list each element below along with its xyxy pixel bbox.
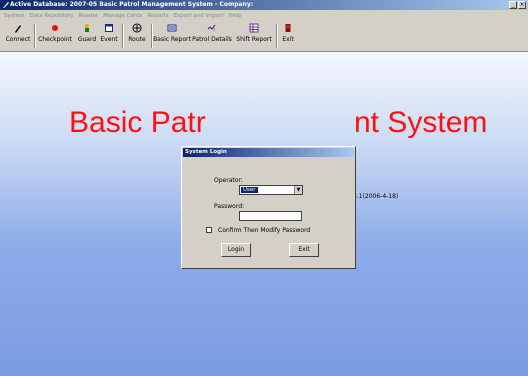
password-label: Password:: [214, 203, 245, 210]
minimize-button[interactable]: _: [509, 1, 517, 9]
shift-report-icon: [249, 23, 259, 33]
menu-reports[interactable]: Reports: [147, 13, 168, 19]
confirm-label: Confirm Then Modify Password: [218, 227, 311, 234]
guard-button[interactable]: Guard: [76, 23, 98, 49]
exit-button[interactable]: Exit: [289, 243, 319, 257]
report-icon: [167, 24, 177, 32]
guard-icon: [85, 24, 89, 32]
login-button[interactable]: Login: [221, 243, 251, 257]
menu-system[interactable]: System: [4, 13, 25, 19]
svg-text:?: ?: [213, 28, 215, 33]
shift-report-button[interactable]: Shift Report: [234, 23, 274, 49]
window-title: Active Database: 2007-05 Basic Patrol Ma…: [10, 1, 254, 8]
app-title-right: nt System: [354, 106, 488, 139]
toolbar-separator: [122, 24, 124, 48]
title-bar: Active Database: 2007-05 Basic Patrol Ma…: [0, 0, 528, 10]
toolbar-separator: [34, 24, 36, 48]
app-title-left: Basic Patr: [69, 106, 206, 139]
menu-export-import[interactable]: Export and Import: [174, 13, 224, 19]
chevron-down-icon[interactable]: ▼: [294, 186, 302, 194]
password-field[interactable]: [239, 211, 302, 221]
exit-toolbar-button[interactable]: Exit: [279, 23, 297, 49]
menu-manage-cards[interactable]: Manage Cards: [103, 13, 142, 19]
event-icon: [105, 24, 113, 32]
patrol-details-button[interactable]: ? Patrol Details: [192, 23, 232, 49]
menu-help[interactable]: Help: [229, 13, 242, 19]
route-icon: [132, 23, 142, 33]
checkpoint-button[interactable]: Checkpoint: [37, 23, 73, 49]
toolbar-separator: [276, 24, 278, 48]
pen-icon: [15, 25, 21, 33]
menu-bar: System Data Repository Reader Manage Car…: [0, 10, 528, 21]
toolbar: Connect Checkpoint Guard Event Route Bas…: [0, 21, 528, 52]
dialog-title: System Login: [183, 148, 354, 157]
red-dot-icon: [52, 25, 58, 31]
version-label: 3.1(2006-4-18): [353, 193, 399, 200]
basic-report-button[interactable]: Basic Report: [153, 23, 191, 49]
route-button[interactable]: Route: [125, 23, 149, 49]
connect-button[interactable]: Connect: [4, 23, 32, 49]
menu-data-repository[interactable]: Data Repository: [30, 13, 74, 19]
confirm-checkbox[interactable]: [206, 227, 212, 233]
operator-select[interactable]: User ▼: [239, 185, 303, 195]
event-button[interactable]: Event: [98, 23, 120, 49]
operator-label: Operator:: [214, 177, 243, 184]
details-icon: ?: [207, 24, 216, 33]
close-button[interactable]: ×: [518, 1, 526, 9]
app-icon: [3, 2, 9, 8]
menu-reader[interactable]: Reader: [79, 13, 98, 19]
exit-icon: [285, 24, 291, 32]
operator-value: User: [241, 187, 258, 193]
login-dialog: System Login Operator: User ▼ Password: …: [181, 146, 356, 269]
